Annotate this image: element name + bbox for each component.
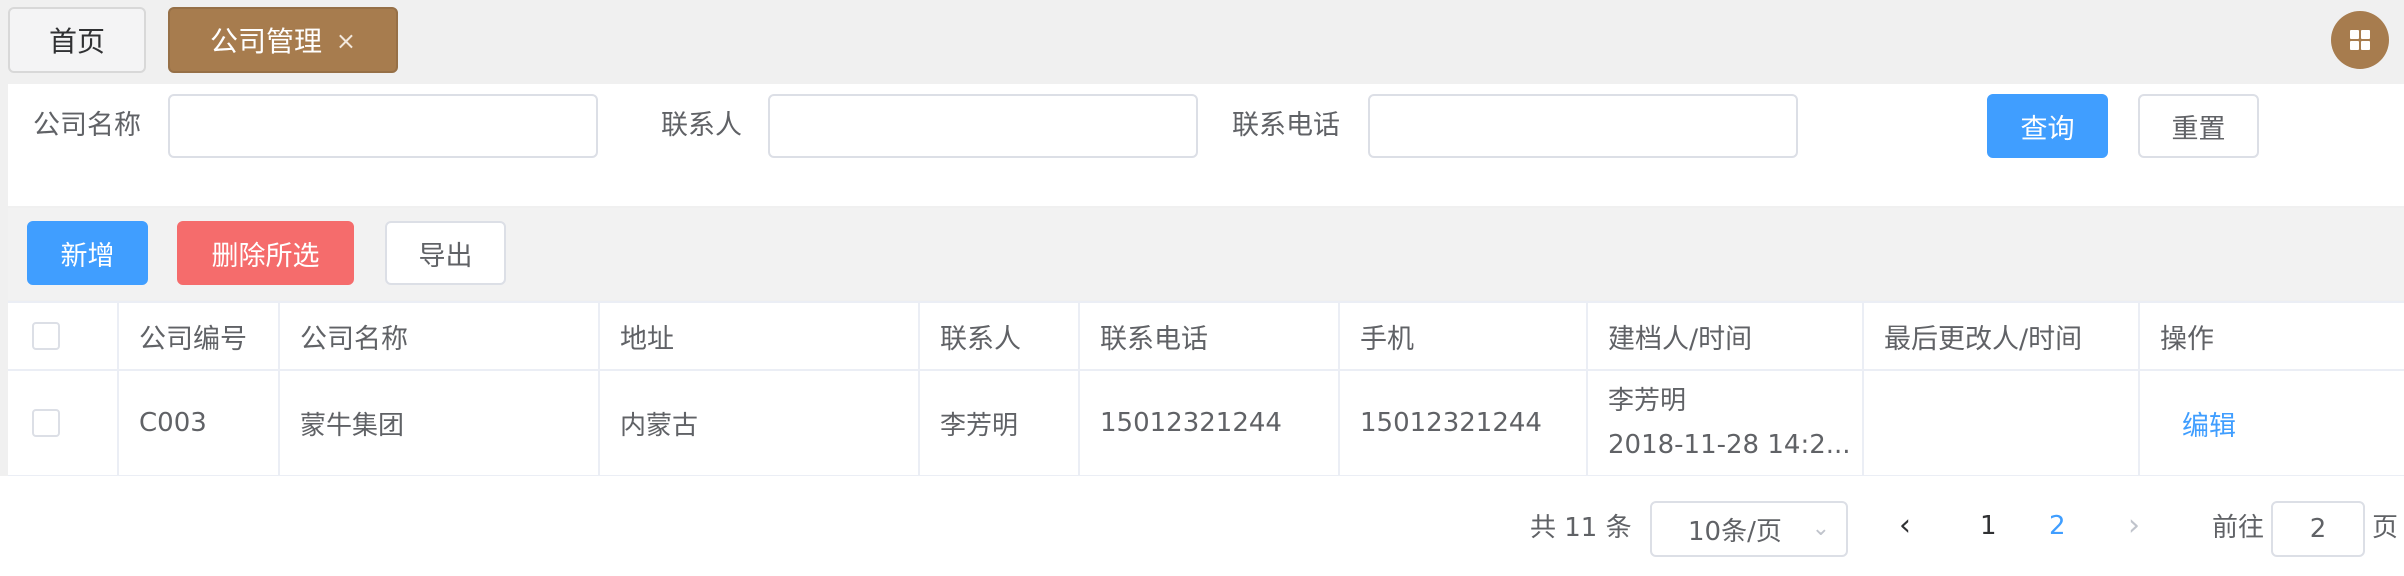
company-name-label: 公司名称 <box>33 110 141 141</box>
cell-address: 内蒙古 <box>600 371 920 475</box>
header-select-all-cell <box>8 303 119 369</box>
tab-bar: 首页 公司管理 × <box>0 0 2404 84</box>
goto-page-input[interactable] <box>2271 501 2365 557</box>
header-label: 联系电话 <box>1100 323 1208 355</box>
header-cell-creator: 建档人/时间 <box>1588 303 1864 369</box>
pagination-total: 共 11 条 <box>1530 513 1632 543</box>
creator-name: 李芳明 <box>1608 386 1687 416</box>
cell-name: 蒙牛集团 <box>280 371 600 475</box>
cell-contact: 李芳明 <box>920 371 1080 475</box>
header-cell-modifier: 最后更改人/时间 <box>1864 303 2140 369</box>
company-name-input[interactable] <box>168 94 598 158</box>
header-label: 联系人 <box>940 323 1021 355</box>
page-size-select[interactable]: 10条/页 ⌄ <box>1650 501 1848 557</box>
grid-menu-button[interactable] <box>2331 11 2389 69</box>
grid-icon <box>2350 30 2370 50</box>
cell-creator: 李芳明 2018-11-28 14:2... <box>1588 371 1864 475</box>
row-checkbox[interactable] <box>32 409 60 437</box>
cell-code: C003 <box>119 371 280 475</box>
export-button-label: 导出 <box>418 240 473 272</box>
header-cell-actions: 操作 <box>2140 303 2404 369</box>
header-label: 地址 <box>620 323 674 355</box>
creator-stack: 李芳明 2018-11-28 14:2... <box>1608 383 1851 463</box>
delete-selected-button[interactable]: 删除所选 <box>177 221 354 285</box>
phone-label: 联系电话 <box>1232 110 1340 141</box>
tab-home-label: 首页 <box>48 25 105 58</box>
page-size-value: 10条/页 <box>1688 516 1782 547</box>
delete-selected-button-label: 删除所选 <box>211 240 320 272</box>
add-button-label: 新增 <box>60 240 115 272</box>
header-cell-code: 公司编号 <box>119 303 280 369</box>
next-page-button[interactable]: › <box>2128 506 2140 546</box>
phone-input[interactable] <box>1368 94 1798 158</box>
created-time: 2018-11-28 14:2... <box>1608 430 1851 460</box>
header-cell-address: 地址 <box>600 303 920 369</box>
cell-mobile: 15012321244 <box>1340 371 1588 475</box>
header-label: 建档人/时间 <box>1608 323 1753 355</box>
close-icon[interactable]: × <box>336 27 356 55</box>
tab-company-management-label: 公司管理 <box>210 25 323 58</box>
header-label: 最后更改人/时间 <box>1884 323 2083 355</box>
page-suffix-label: 页 <box>2372 513 2399 543</box>
cell-modifier <box>1864 371 2140 475</box>
page-number-2[interactable]: 2 <box>2049 508 2066 544</box>
prev-page-button[interactable]: ‹ <box>1899 506 1911 546</box>
header-cell-phone: 联系电话 <box>1080 303 1340 369</box>
contact-label: 联系人 <box>661 110 742 141</box>
header-label: 公司编号 <box>139 323 247 355</box>
contact-input[interactable] <box>768 94 1198 158</box>
page-number-1[interactable]: 1 <box>1980 508 1997 544</box>
goto-label: 前往 <box>2212 513 2265 543</box>
table-row[interactable]: C003 蒙牛集团 内蒙古 李芳明 15012321244 1501232124… <box>8 371 2404 477</box>
tab-home[interactable]: 首页 <box>8 7 146 73</box>
tab-company-management[interactable]: 公司管理 × <box>168 7 398 73</box>
export-button[interactable]: 导出 <box>385 221 506 285</box>
header-label: 操作 <box>2160 323 2214 355</box>
edit-link[interactable]: 编辑 <box>2182 404 2236 443</box>
query-button-label: 查询 <box>2020 113 2075 145</box>
header-cell-name: 公司名称 <box>280 303 600 369</box>
toolbar <box>8 208 2404 300</box>
company-table: 公司编号 公司名称 地址 联系人 联系电话 手机 建档人/时间 最后更改人/时间… <box>8 301 2404 477</box>
header-cell-contact: 联系人 <box>920 303 1080 369</box>
add-button[interactable]: 新增 <box>27 221 148 285</box>
cell-actions: 编辑 <box>2140 371 2404 475</box>
pagination: 共 11 条 10条/页 ⌄ ‹ 1 2 › 前往 页 <box>0 476 2404 576</box>
table-header: 公司编号 公司名称 地址 联系人 联系电话 手机 建档人/时间 最后更改人/时间… <box>8 303 2404 371</box>
reset-button-label: 重置 <box>2171 113 2226 145</box>
header-label: 手机 <box>1360 323 1414 355</box>
query-button[interactable]: 查询 <box>1987 94 2108 158</box>
select-all-checkbox[interactable] <box>32 322 60 350</box>
header-label: 公司名称 <box>300 323 408 355</box>
chevron-down-icon: ⌄ <box>1811 516 1830 541</box>
header-cell-mobile: 手机 <box>1340 303 1588 369</box>
reset-button[interactable]: 重置 <box>2138 94 2259 158</box>
row-select-cell <box>8 371 119 475</box>
cell-phone: 15012321244 <box>1080 371 1340 475</box>
